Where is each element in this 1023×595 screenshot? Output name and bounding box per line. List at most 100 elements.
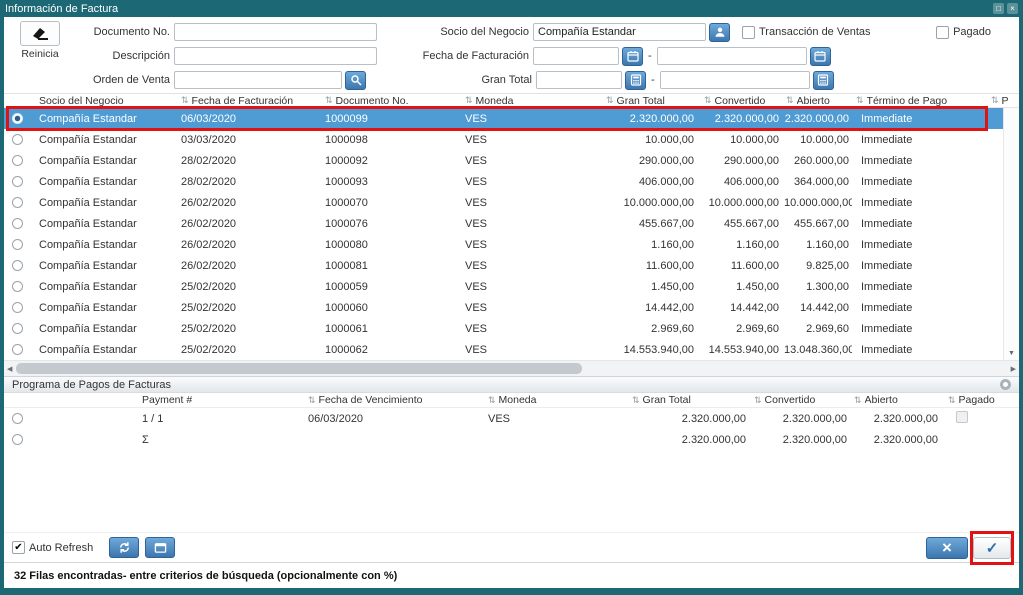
row-radio[interactable] (12, 197, 23, 208)
orden-lookup-button[interactable] (345, 71, 366, 90)
orden-venta-input[interactable] (174, 71, 342, 89)
scroll-down-icon[interactable]: ▼ (1004, 350, 1019, 357)
calendar-icon (627, 50, 639, 62)
invoice-row[interactable]: Compañía Estandar 25/02/2020 1000061 VES… (4, 318, 1003, 339)
payment-sum-row[interactable]: Σ 2.320.000,00 2.320.000,00 2.320.000,00 (4, 429, 1019, 450)
cancel-button[interactable]: × (926, 537, 968, 559)
sort-icon: ⇅ (948, 395, 956, 406)
row-radio[interactable] (12, 113, 23, 124)
auto-refresh-checkbox[interactable]: ✔ (12, 541, 25, 554)
ok-button[interactable]: ✓ (973, 537, 1011, 559)
horizontal-scrollbar[interactable]: ◀ ▶ (4, 360, 1019, 376)
invoice-row[interactable]: Compañía Estandar 28/02/2020 1000093 VES… (4, 171, 1003, 192)
gran-total-from-input[interactable] (536, 71, 622, 89)
invoice-row[interactable]: Compañía Estandar 26/02/2020 1000081 VES… (4, 255, 1003, 276)
row-radio[interactable] (12, 176, 23, 187)
documento-label: Documento No. (64, 26, 170, 38)
column-header-fecha[interactable]: ⇅Fecha de Facturación (172, 95, 316, 107)
invoice-row[interactable]: Compañía Estandar 28/02/2020 1000092 VES… (4, 150, 1003, 171)
calendar-to-button[interactable] (810, 47, 831, 66)
column-header-convertido[interactable]: ⇅Convertido (702, 95, 784, 107)
close-icon[interactable]: × (1007, 3, 1018, 14)
invoice-row[interactable]: Compañía Estandar 25/02/2020 1000062 VES… (4, 339, 1003, 360)
invoice-row[interactable]: Compañía Estandar 03/03/2020 1000098 VES… (4, 129, 1003, 150)
socio-input[interactable] (533, 23, 706, 41)
invoice-row[interactable]: Compañía Estandar 26/02/2020 1000080 VES… (4, 234, 1003, 255)
search-form: Reinicia Documento No. Socio del Negocio… (4, 17, 1019, 93)
column-header-documento[interactable]: ⇅Documento No. (316, 95, 456, 107)
reset-button[interactable]: Reinicia (16, 21, 64, 60)
bpartner-button[interactable] (709, 23, 730, 42)
calculator-to-button[interactable] (813, 71, 834, 90)
descripcion-input[interactable] (174, 47, 377, 65)
column-header-abierto[interactable]: ⇅Abierto (852, 394, 942, 406)
row-radio[interactable] (12, 218, 23, 229)
sales-transaction-checkbox[interactable] (742, 26, 755, 39)
scroll-left-icon[interactable]: ◀ (7, 365, 12, 373)
cell-abierto: 2.320.000,00 (852, 434, 942, 446)
cell-gran-total: 1.160,00 (604, 239, 702, 251)
column-header-vencimiento[interactable]: ⇅Fecha de Vencimiento (300, 394, 480, 406)
column-header-payment[interactable]: Payment # (30, 394, 300, 406)
invoice-row-selected[interactable]: Compañía Estandar 06/03/2020 1000099 VES… (4, 108, 1003, 129)
row-radio[interactable] (12, 155, 23, 166)
row-radio[interactable] (12, 281, 23, 292)
column-header-socio[interactable]: Socio del Negocio (30, 95, 172, 107)
scrollbar-thumb[interactable] (16, 363, 582, 374)
column-header-moneda[interactable]: ⇅Moneda (456, 95, 604, 107)
cell-moneda: VES (480, 413, 630, 425)
row-radio[interactable] (12, 302, 23, 313)
invoice-row[interactable]: Compañía Estandar 26/02/2020 1000076 VES… (4, 213, 1003, 234)
cell-socio: Compañía Estandar (30, 176, 172, 188)
cell-termino: Immediate (852, 134, 989, 146)
column-header-pagado[interactable]: ⇅Pagado (942, 394, 1019, 406)
refresh-button[interactable] (109, 537, 139, 558)
cell-termino: Immediate (852, 344, 989, 356)
cell-convertido: 290.000,00 (702, 155, 784, 167)
documento-input[interactable] (174, 23, 377, 41)
cell-fecha: 26/02/2020 (172, 197, 316, 209)
column-header-termino[interactable]: ⇅Término de Pago (852, 95, 989, 107)
row-radio[interactable] (12, 323, 23, 334)
payments-title: Programa de Pagos de Facturas (12, 379, 171, 391)
column-header-moneda[interactable]: ⇅Moneda (480, 394, 630, 406)
cell-moneda: VES (456, 218, 604, 230)
gran-total-to-input[interactable] (660, 71, 810, 89)
row-radio[interactable] (12, 134, 23, 145)
sort-icon: ⇅ (786, 95, 794, 106)
fecha-to-input[interactable] (657, 47, 807, 65)
cell-socio: Compañía Estandar (30, 218, 172, 230)
fecha-from-input[interactable] (533, 47, 619, 65)
column-header-gran-total[interactable]: ⇅Gran Total (630, 394, 752, 406)
row-radio[interactable] (12, 413, 23, 424)
invoice-row[interactable]: Compañía Estandar 26/02/2020 1000070 VES… (4, 192, 1003, 213)
cell-documento: 1000093 (316, 176, 456, 188)
column-header-pagado[interactable]: ⇅P (989, 95, 1019, 107)
paid-checkbox[interactable] (936, 26, 949, 39)
cell-termino: Immediate (852, 323, 989, 335)
row-radio[interactable] (12, 344, 23, 355)
restore-icon[interactable]: □ (993, 3, 1004, 14)
collapse-icon[interactable] (1000, 379, 1011, 390)
vertical-scrollbar[interactable]: ▼ (1003, 108, 1019, 360)
cell-convertido: 455.667,00 (702, 218, 784, 230)
scroll-right-icon[interactable]: ▶ (1011, 365, 1016, 373)
cell-fecha: 06/03/2020 (172, 113, 316, 125)
payment-row[interactable]: 1 / 1 06/03/2020 VES 2.320.000,00 2.320.… (4, 408, 1019, 429)
cell-termino: Immediate (852, 155, 989, 167)
row-radio[interactable] (12, 260, 23, 271)
row-radio[interactable] (12, 239, 23, 250)
column-header-abierto[interactable]: ⇅Abierto (784, 95, 852, 107)
column-header-gran-total[interactable]: ⇅Gran Total (604, 95, 702, 107)
cell-termino: Immediate (852, 197, 989, 209)
paid-row-checkbox[interactable] (956, 411, 968, 423)
column-header-convertido[interactable]: ⇅Convertido (752, 394, 852, 406)
cell-moneda: VES (456, 323, 604, 335)
calculator-from-button[interactable] (625, 71, 646, 90)
row-radio[interactable] (12, 434, 23, 445)
cell-gran-total: 2.320.000,00 (630, 413, 752, 425)
invoice-row[interactable]: Compañía Estandar 25/02/2020 1000059 VES… (4, 276, 1003, 297)
calendar-from-button[interactable] (622, 47, 643, 66)
zoom-button[interactable] (145, 537, 175, 558)
invoice-row[interactable]: Compañía Estandar 25/02/2020 1000060 VES… (4, 297, 1003, 318)
